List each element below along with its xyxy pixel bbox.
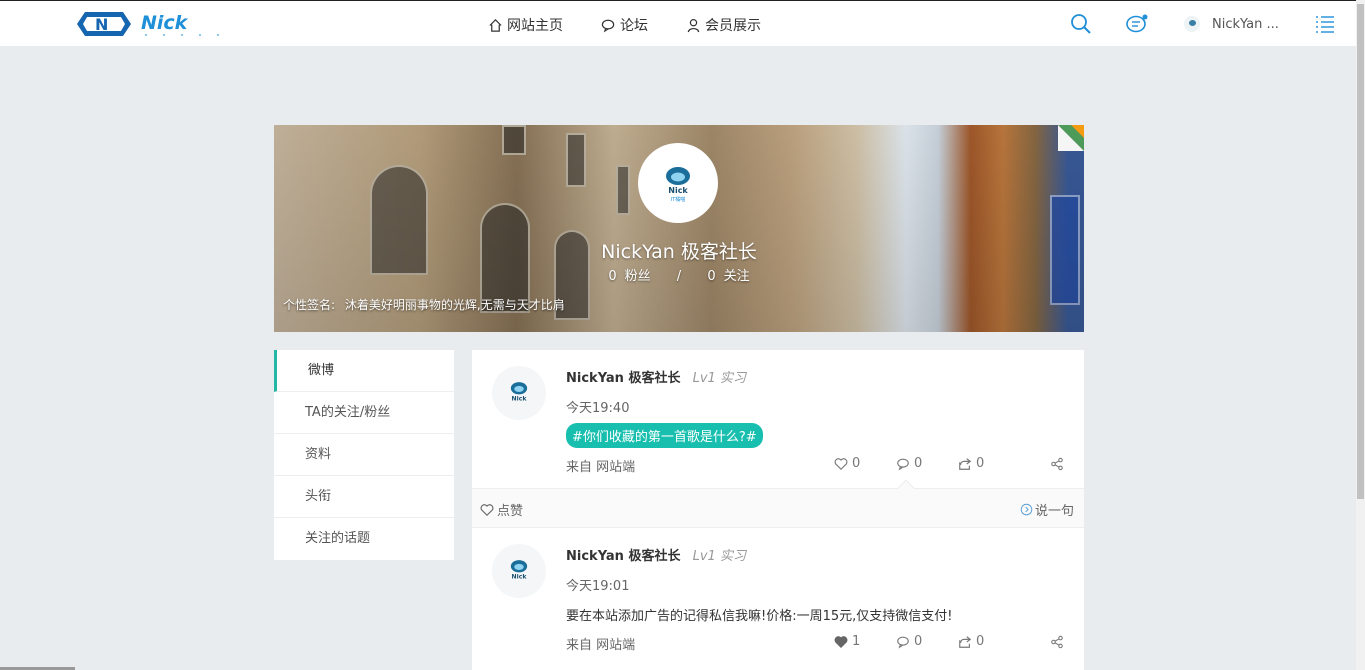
share-icon (1051, 635, 1063, 648)
like-count: 1 (852, 634, 861, 649)
nav-item-label: 论坛 (620, 18, 648, 34)
post-source: 来自 网站端 (566, 638, 636, 653)
follow-count[interactable]: 0 (707, 269, 715, 284)
site-logo[interactable]: N Nick (75, 9, 235, 39)
avatar (1184, 16, 1200, 32)
user-menu[interactable]: NickYan ... (1184, 16, 1279, 32)
list-item: Nick NickYan 极客社长 Lv1 实习 今天19:01 要在本站添加广… (472, 528, 1084, 670)
list-item: Nick NickYan 极客社长 Lv1 实习 今天19:40 #你们收藏的第… (472, 350, 1084, 488)
chevron-right-circle-icon (1020, 503, 1033, 516)
heart-filled-icon (834, 635, 848, 648)
post-source: 来自 网站端 (566, 460, 636, 475)
post-content: #你们收藏的第一首歌是什么?# (566, 423, 763, 448)
fans-count[interactable]: 0 (608, 269, 616, 284)
comment-icon (897, 636, 909, 648)
repost-button[interactable]: 0 (958, 456, 1020, 471)
comment-icon (897, 458, 909, 470)
post-feed: Nick NickYan 极客社长 Lv1 实习 今天19:40 #你们收藏的第… (472, 350, 1084, 670)
nav-item-members[interactable]: 会员展示 (686, 15, 761, 35)
avatar[interactable]: Nick (492, 366, 546, 420)
follow-label[interactable]: 关注 (724, 269, 750, 284)
fans-label[interactable]: 粉丝 (625, 269, 651, 284)
user-icon (687, 18, 700, 32)
message-icon[interactable] (1126, 13, 1148, 35)
post-actions: 0 0 0 (834, 456, 1064, 471)
like-button[interactable]: 1 (834, 634, 896, 649)
like-count: 0 (852, 456, 861, 471)
scrollbar-thumb[interactable] (1357, 4, 1364, 499)
sidebar-item-profile[interactable]: 资料 (274, 434, 454, 476)
signature-label: 个性签名: (283, 298, 336, 312)
post-time[interactable]: 今天19:01 (566, 575, 629, 594)
stats-separator: / (676, 269, 682, 284)
repost-count: 0 (976, 634, 985, 649)
user-name: NickYan ... (1212, 16, 1279, 32)
post-header: NickYan 极客社长 Lv1 实习 (566, 545, 746, 564)
page-scrollbar[interactable] (1356, 0, 1365, 670)
profile-sidebar: 微博 TA的关注/粉丝 资料 头衔 关注的话题 (274, 350, 454, 560)
like-button[interactable]: 0 (834, 456, 896, 471)
post-actions: 1 0 0 (834, 634, 1064, 649)
cloud-logo-icon: Nick (510, 382, 528, 402)
profile-banner: Nick IT橘喵 NickYan 极客社长 0 粉丝 / 0 关注 个性签名: 沐… (274, 125, 1084, 332)
user-level: Lv1 实习 (692, 549, 746, 564)
svg-text:Nick: Nick (668, 186, 688, 195)
comment-count: 0 (914, 634, 923, 649)
heart-icon (834, 457, 848, 470)
top-navbar: N Nick 网站主页 论坛 会员展示 NickYan ... (0, 0, 1356, 46)
corner-ribbon-icon[interactable] (1058, 125, 1084, 151)
post-content: 要在本站添加广告的记得私信我嘛!价格:一周15元,仅支持微信支付! (566, 609, 953, 624)
nav-item-label: 会员展示 (705, 18, 761, 34)
say-label: 说一句 (1034, 504, 1074, 519)
nav-item-forum[interactable]: 论坛 (601, 15, 648, 35)
sidebar-item-weibo[interactable]: 微博 (274, 350, 454, 392)
like-bar-label: 点赞 (497, 504, 524, 519)
search-icon[interactable] (1070, 13, 1092, 35)
profile-signature: 个性签名: 沐着美好明丽事物的光辉,无需与天才比肩 (283, 296, 565, 313)
profile-stats: 0 粉丝 / 0 关注 (274, 265, 1084, 284)
like-bar: 点赞 说一句 (472, 479, 1084, 528)
repost-icon (959, 457, 972, 470)
cloud-logo-icon: Nick IT橘喵 (666, 167, 690, 203)
svg-text:IT橘喵: IT橘喵 (671, 196, 686, 203)
heart-icon (480, 503, 494, 516)
comment-count: 0 (914, 456, 923, 471)
user-level: Lv1 实习 (692, 371, 746, 386)
share-button[interactable] (1020, 634, 1064, 649)
main-nav: 网站主页 论坛 会员展示 (488, 15, 761, 35)
repost-icon (959, 635, 972, 648)
repost-count: 0 (976, 456, 985, 471)
profile-avatar[interactable]: Nick IT橘喵 (638, 143, 718, 223)
svg-text:Nick: Nick (512, 395, 528, 402)
comment-button[interactable]: 0 (896, 634, 958, 649)
post-time[interactable]: 今天19:40 (566, 397, 629, 416)
post-author[interactable]: NickYan 极客社长 (566, 549, 680, 564)
chat-icon (601, 19, 615, 32)
svg-text:Nick: Nick (141, 12, 189, 34)
like-bar-like-button[interactable]: 点赞 (480, 500, 523, 519)
home-icon (489, 18, 502, 32)
post-author[interactable]: NickYan 极客社长 (566, 371, 680, 386)
comment-button[interactable]: 0 (896, 456, 958, 471)
sidebar-item-topics[interactable]: 关注的话题 (274, 518, 454, 560)
repost-button[interactable]: 0 (958, 634, 1020, 649)
share-icon (1051, 457, 1063, 470)
cloud-logo-icon: Nick (510, 560, 528, 580)
share-button[interactable] (1020, 456, 1064, 471)
sidebar-item-titles[interactable]: 头衔 (274, 476, 454, 518)
nav-item-home[interactable]: 网站主页 (488, 15, 563, 35)
menu-icon[interactable] (1314, 13, 1336, 35)
say-something-button[interactable]: 说一句 (1020, 500, 1074, 519)
topic-tag[interactable]: #你们收藏的第一首歌是什么?# (566, 423, 763, 448)
profile-name: NickYan 极客社长 (601, 241, 757, 263)
svg-text:N: N (95, 15, 108, 34)
signature-text: 沐着美好明丽事物的光辉,无需与天才比肩 (344, 298, 565, 312)
nav-item-label: 网站主页 (507, 18, 563, 34)
post-header: NickYan 极客社长 Lv1 实习 (566, 367, 746, 386)
avatar[interactable]: Nick (492, 544, 546, 598)
sidebar-item-follows[interactable]: TA的关注/粉丝 (274, 392, 454, 434)
svg-text:Nick: Nick (512, 573, 528, 580)
